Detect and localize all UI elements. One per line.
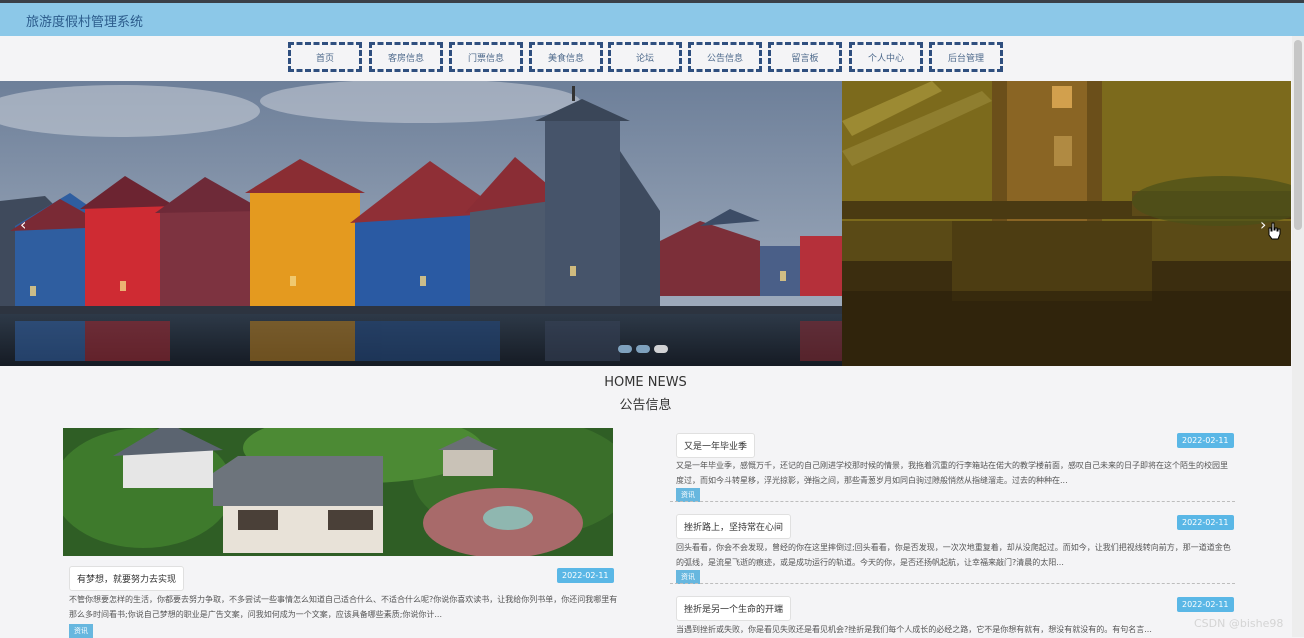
banner-slide-houses xyxy=(0,81,842,366)
news-item-title[interactable]: 挫折路上，坚持常在心间 xyxy=(676,514,792,539)
featured-news-tag[interactable]: 资讯 xyxy=(69,624,93,638)
news-item-tag[interactable]: 资讯 xyxy=(676,488,700,502)
banner-carousel[interactable]: ‹ › xyxy=(0,81,1291,366)
carousel-prev-arrow[interactable]: ‹ xyxy=(20,215,26,234)
app-title: 旅游度假村管理系统 xyxy=(26,15,144,30)
news-item-excerpt: 回头看看，你会不会发现，曾经的你在这里摔倒过;回头看看，你是否发现，一次次地重复… xyxy=(676,543,1231,567)
news-heading-en: HOME NEWS xyxy=(604,375,687,390)
featured-news-excerpt: 不管你想要怎样的生活，你都要去努力争取，不多尝试一些事情怎么知道自己适合什么、不… xyxy=(69,595,618,619)
main-nav: 首页 客房信息 门票信息 美食信息 论坛 公告信息 留言板 个人中心 后台管理 xyxy=(0,36,1304,80)
nav-item-admin[interactable]: 后台管理 xyxy=(929,42,1003,72)
nav-item-notices[interactable]: 公告信息 xyxy=(688,42,762,72)
top-bar: 旅游度假村管理系统 xyxy=(0,0,1304,36)
banner-slide-bridge xyxy=(842,81,1291,366)
nav-item-food[interactable]: 美食信息 xyxy=(529,42,603,72)
nav-item-tickets[interactable]: 门票信息 xyxy=(449,42,523,72)
news-item-title[interactable]: 又是一年毕业季 xyxy=(676,433,756,458)
nav-item-forum[interactable]: 论坛 xyxy=(608,42,682,72)
news-item-excerpt: 当遇到挫折或失败，你是看见失败还是看见机会?挫折是我们每个人成长的必经之路，它不… xyxy=(676,625,1152,634)
news-divider xyxy=(670,501,1235,502)
news-item-date: 2022-02-11 xyxy=(1177,515,1234,530)
carousel-dot-1[interactable] xyxy=(618,345,632,353)
news-item-date: 2022-02-11 xyxy=(1177,597,1234,612)
page-scrollbar[interactable] xyxy=(1292,36,1304,637)
nav-item-rooms[interactable]: 客房信息 xyxy=(369,42,443,72)
news-item-title[interactable]: 挫折是另一个生命的开端 xyxy=(676,596,792,621)
nav-item-profile[interactable]: 个人中心 xyxy=(849,42,923,72)
news-item-excerpt: 又是一年毕业季，感慨万千，还记的自己刚进学校那时候的情景，我拖着沉重的行李箱站在… xyxy=(676,461,1228,485)
carousel-next-arrow[interactable]: › xyxy=(1260,215,1266,234)
nav-item-messages[interactable]: 留言板 xyxy=(768,42,842,72)
nav-item-home[interactable]: 首页 xyxy=(288,42,362,72)
featured-news-image[interactable] xyxy=(63,428,613,556)
news-item-date: 2022-02-11 xyxy=(1177,433,1234,448)
news-heading-cn: 公告信息 xyxy=(619,398,672,413)
news-divider xyxy=(670,583,1235,584)
news-item-tag[interactable]: 资讯 xyxy=(676,570,700,584)
featured-news-date: 2022-02-11 xyxy=(557,568,614,583)
carousel-dot-3[interactable] xyxy=(654,345,668,353)
watermark-text: CSDN @bishe98 xyxy=(1194,617,1284,630)
featured-news-title[interactable]: 有梦想，就要努力去实现 xyxy=(69,566,185,591)
carousel-indicators xyxy=(618,345,668,353)
carousel-dot-2[interactable] xyxy=(636,345,650,353)
hand-cursor-icon xyxy=(1268,222,1281,240)
scrollbar-thumb[interactable] xyxy=(1294,40,1302,230)
